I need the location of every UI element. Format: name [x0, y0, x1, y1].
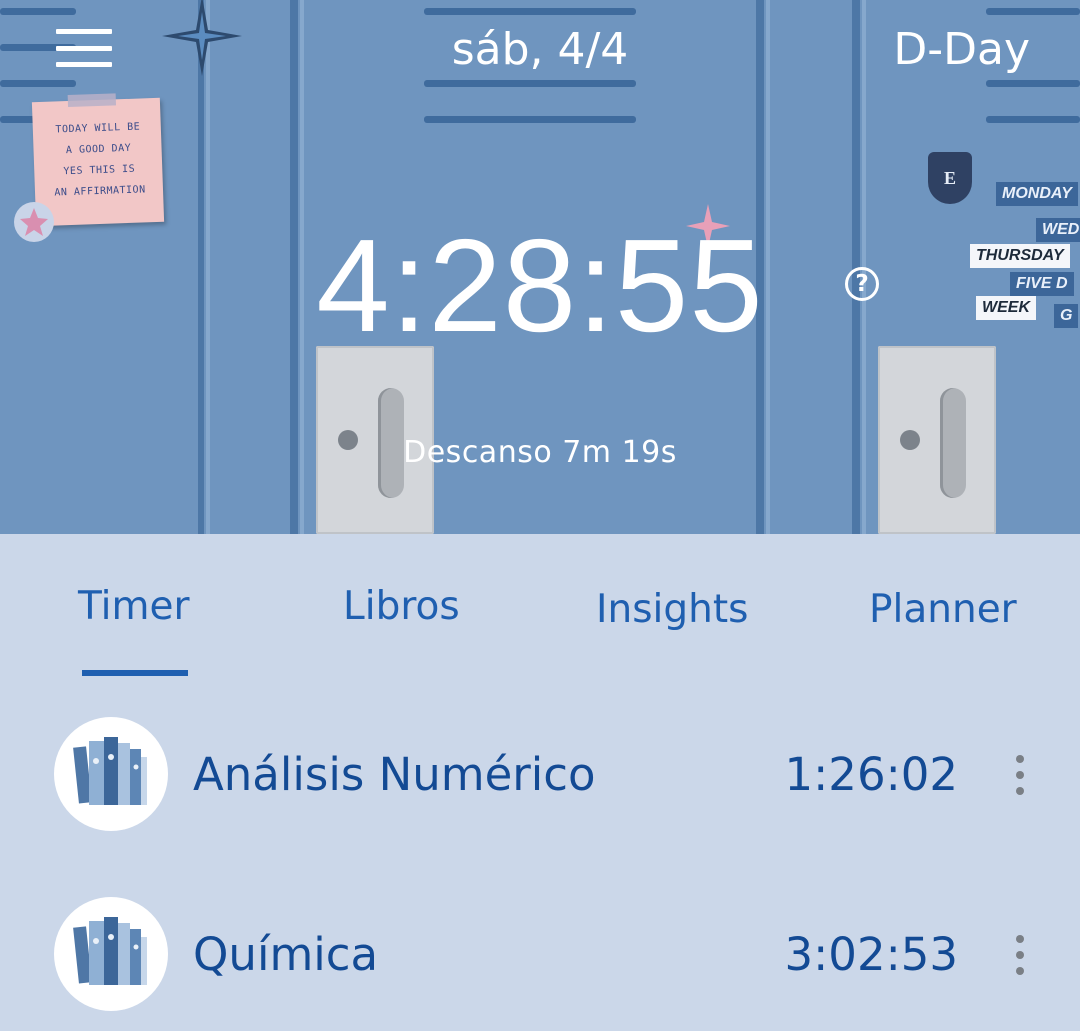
books-icon [54, 717, 168, 831]
books-icon [54, 897, 168, 1011]
elapsed-timer: 4:28:55 [316, 212, 764, 359]
tab-bar: Timer Libros Insights Planner [0, 534, 1080, 684]
subject-row[interactable]: Análisis Numérico 1:26:02 [0, 717, 1080, 837]
sticker-label: WEEK [976, 296, 1036, 320]
rest-time-label: Descanso 7m 19s [403, 435, 677, 470]
subject-row[interactable]: Química 3:02:53 [0, 897, 1080, 1017]
locker-vent [986, 80, 1080, 87]
sticker-label: WED [1036, 218, 1080, 242]
subject-time: 1:26:02 [784, 748, 958, 801]
subject-name: Química [193, 928, 379, 981]
sparkle-star-icon [162, 0, 242, 76]
locker-handle [878, 346, 996, 534]
locker-vent [0, 80, 76, 87]
active-tab-indicator [82, 670, 188, 676]
dday-button[interactable]: D-Day [893, 22, 1030, 78]
locker-vent [986, 8, 1080, 15]
note-line: TODAY WILL BE [55, 121, 141, 136]
question-circle-icon[interactable]: ? [845, 267, 879, 301]
locker-vent [986, 116, 1080, 123]
sticker-label: MONDAY [996, 182, 1078, 206]
sticker-label: THURSDAY [970, 244, 1070, 268]
date-label[interactable]: sáb, 4/4 [390, 22, 690, 78]
locker-vent [0, 8, 76, 15]
locker-edge [198, 0, 204, 534]
shield-badge-icon: E [928, 152, 972, 204]
tab-libros[interactable]: Libros [343, 582, 460, 632]
star-sticker-icon [14, 202, 54, 242]
locker-vent [424, 8, 636, 15]
note-line: AN AFFIRMATION [54, 184, 146, 199]
sticker-label: G [1054, 304, 1079, 328]
more-vertical-icon[interactable] [1008, 755, 1032, 795]
locker-vent [424, 116, 636, 123]
tab-timer[interactable]: Timer [78, 582, 189, 632]
more-vertical-icon[interactable] [1008, 935, 1032, 975]
tab-insights[interactable]: Insights [596, 585, 748, 635]
locker-edge [206, 0, 210, 534]
menu-icon[interactable] [56, 29, 112, 67]
tab-planner[interactable]: Planner [869, 585, 1017, 635]
sticker-label: FIVE D [1010, 272, 1074, 296]
subject-time: 3:02:53 [784, 928, 958, 981]
locker-vent [424, 80, 636, 87]
subject-name: Análisis Numérico [193, 748, 596, 801]
